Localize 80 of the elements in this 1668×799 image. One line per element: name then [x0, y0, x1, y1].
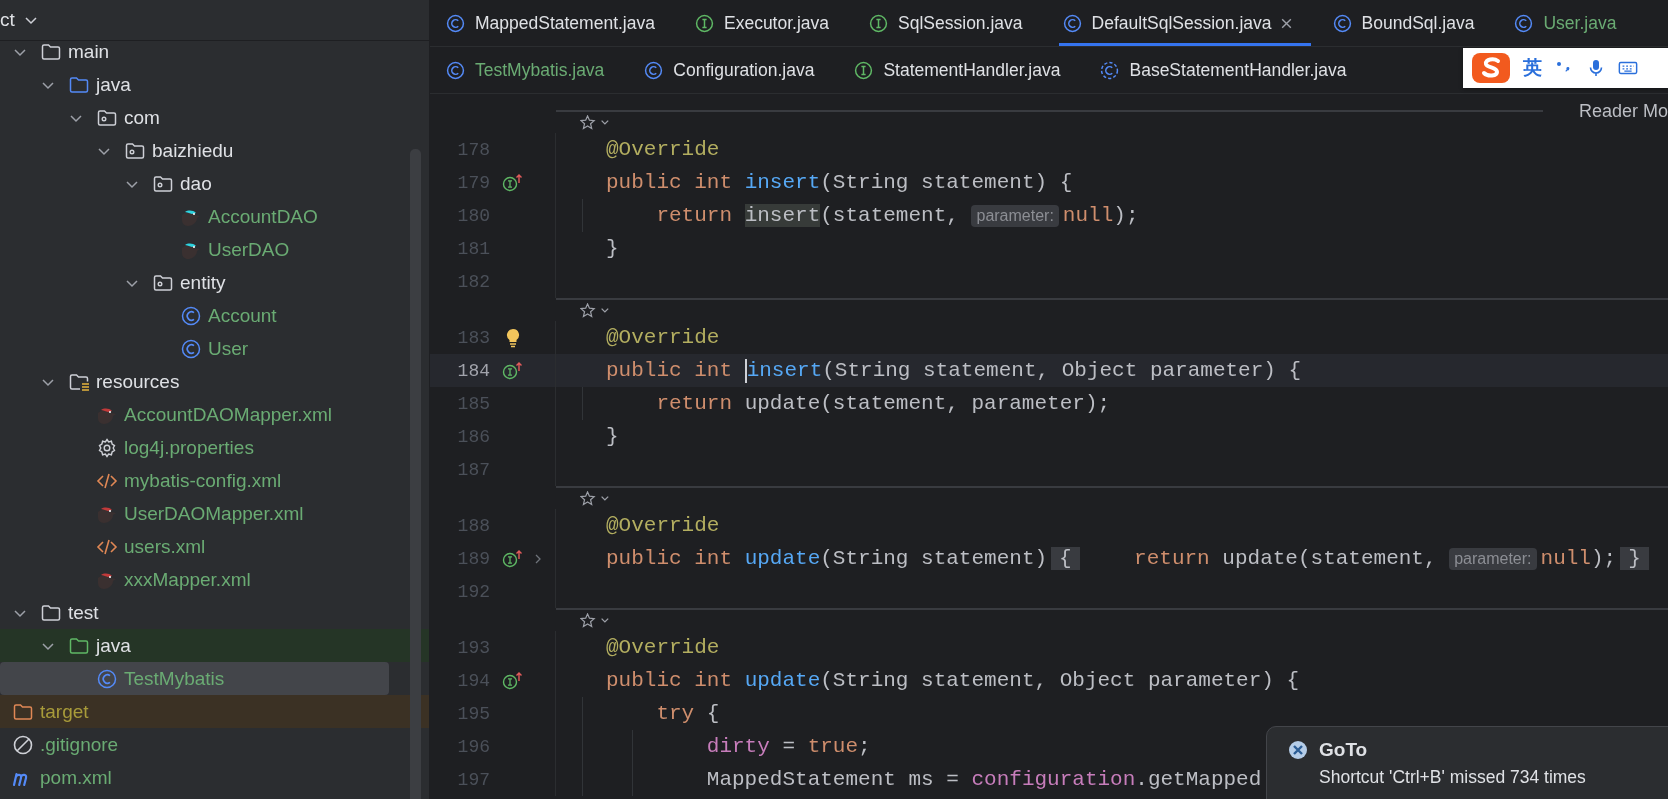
tree-item-label[interactable]: AccountDAO [208, 205, 318, 228]
x-circle-icon [1287, 739, 1309, 761]
selected-row[interactable]: TestMybatis [0, 662, 389, 695]
class-icon [644, 60, 664, 80]
implements-icon[interactable] [502, 360, 524, 381]
tree-item-label[interactable]: java [96, 73, 131, 96]
tree-item-label[interactable]: resources [96, 370, 180, 393]
code-line: return insert(statement, parameter: null); [655, 204, 1139, 227]
implements-icon[interactable] [502, 172, 524, 193]
tree-item-label[interactable]: baizhiedu [152, 139, 234, 162]
tree-item-label[interactable]: User [208, 337, 249, 360]
editor-tab[interactable]: User.java [1510, 0, 1635, 46]
tree-item-label[interactable]: UserDAO [208, 238, 290, 261]
code-line: public int insert(String statement) { [606, 171, 1073, 194]
tree-item-label[interactable]: AccountDAOMapper.xml [124, 403, 333, 426]
tree-item-label[interactable]: target [40, 700, 89, 723]
interface-icon [695, 13, 714, 33]
editor-tab[interactable]: MappedStatement.java [442, 0, 673, 46]
tree-item-label[interactable]: xxxMapper.xml [124, 568, 251, 591]
class-icon [1062, 13, 1082, 33]
editor-tab[interactable]: Executor.java [691, 0, 848, 46]
editor-tab[interactable]: TestMybatis.java [442, 47, 623, 93]
scrollbar-thumb[interactable] [410, 149, 421, 799]
tree-item-label[interactable]: test [68, 601, 99, 624]
code-line: public int update(String statement) { return update(statement, parameter: null); } [606, 547, 1653, 570]
interface-icon [869, 13, 889, 33]
code-line: } [606, 425, 619, 448]
notification-message: Shortcut 'Ctrl+B' missed 734 times [1318, 767, 1587, 788]
class-icon [1514, 13, 1534, 33]
tree-item-label[interactable]: .gitignore [40, 733, 119, 756]
tree-item-label[interactable]: UserDAOMapper.xml [124, 502, 304, 525]
code-line: public int insert(String statement, Object parameter) { [606, 358, 1302, 383]
code-line: @Override [606, 326, 720, 349]
tree-item-label[interactable]: log4j.properties [124, 436, 254, 459]
class-icon [1332, 13, 1352, 33]
code-line: @Override [606, 138, 720, 161]
editor-tab[interactable]: SqlSession.java [865, 0, 1041, 46]
language-toggle[interactable]: 英 [1523, 55, 1542, 81]
editor-tab[interactable]: DefaultSqlSession.java [1058, 0, 1311, 46]
code-line: dirty = true; [705, 735, 871, 758]
tree-item-label[interactable]: TestMybatis [124, 667, 225, 690]
tree-item-label[interactable]: dao [180, 172, 212, 195]
editor-tab[interactable]: BoundSql.java [1328, 0, 1493, 46]
code-line: MappedStatement ms = configuration.getMapped [705, 768, 1262, 791]
abstract-class-icon [1100, 60, 1120, 80]
close-icon[interactable] [1279, 16, 1293, 30]
code-line: } [606, 237, 619, 260]
tree-item-label[interactable]: users.xml [124, 535, 206, 558]
class-icon [180, 304, 202, 327]
implements-icon[interactable] [502, 548, 524, 569]
tree-item-label[interactable]: main [68, 41, 110, 63]
editor-tab[interactable]: StatementHandler.java [850, 47, 1079, 93]
interface-icon [854, 60, 874, 80]
swoosh-logo-icon[interactable] [1471, 52, 1511, 84]
tree-item-label[interactable]: pom.xml [40, 766, 112, 789]
code-line: try { [655, 702, 720, 725]
editor-tab[interactable]: BaseStatementHandler.java [1096, 47, 1365, 93]
test-row-highlight[interactable]: java [0, 629, 429, 662]
class-icon [180, 337, 202, 360]
gear-icon [96, 436, 118, 459]
tree-item-label[interactable]: com [124, 106, 160, 129]
tree-item-label[interactable]: java [96, 634, 131, 657]
excluded-row-highlight[interactable]: target [0, 695, 429, 728]
code-line: @Override [606, 636, 720, 659]
folder-icon [40, 41, 62, 63]
editor-tab[interactable]: Configuration.java [640, 47, 833, 93]
code-line: @Override [606, 514, 720, 537]
code-line: return update(statement, parameter); [655, 392, 1111, 415]
line-number: 184 [456, 360, 490, 381]
panel-title[interactable]: ct [0, 9, 15, 31]
code-line: public int update(String statement, Object parameter) { [606, 669, 1300, 692]
class-icon [446, 60, 465, 80]
tree-item-label[interactable]: entity [180, 271, 226, 294]
tree-item-label[interactable]: Account [208, 304, 277, 327]
class-icon [446, 13, 465, 33]
notification-title: GoTo [1319, 739, 1368, 761]
prohibited-icon [12, 733, 34, 756]
tree-item-label[interactable]: mybatis-config.xml [124, 469, 282, 492]
implements-icon[interactable] [502, 670, 524, 691]
class-icon [96, 667, 118, 690]
